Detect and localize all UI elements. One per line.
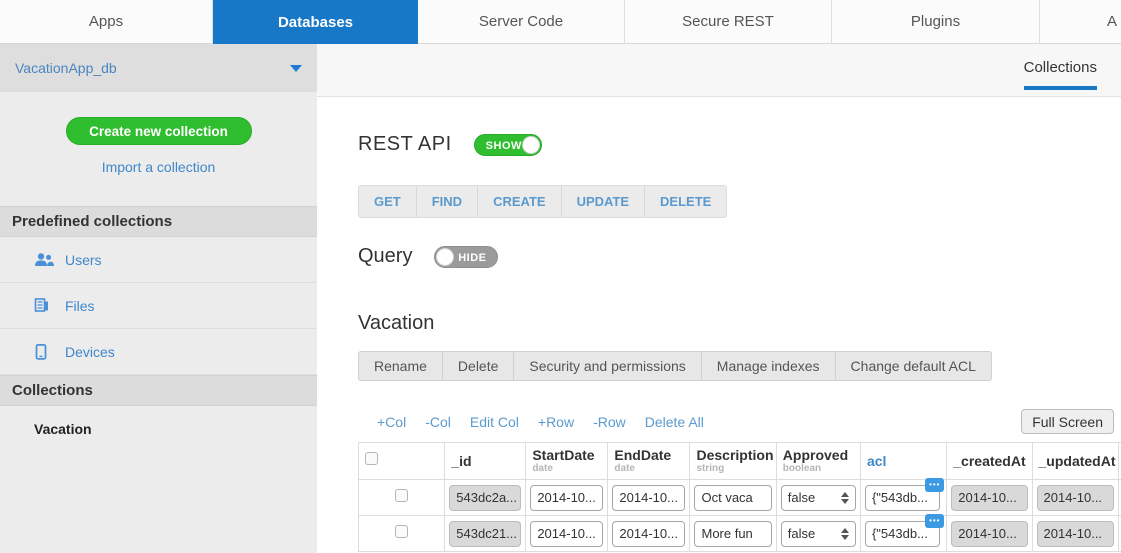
add-row-link[interactable]: +Row: [538, 414, 574, 430]
column-header: _updatedAt: [1038, 452, 1116, 469]
end-date-cell[interactable]: 2014-10...: [612, 484, 686, 511]
column-header: _id: [451, 452, 472, 469]
main-top-band: Collections: [317, 44, 1121, 97]
table-row: 543dc2a... 2014-10... 2014-10... Oct vac…: [357, 477, 1121, 516]
main-panel: Collections REST API SHOW GET FIND CREAT…: [317, 44, 1121, 553]
remove-row-link[interactable]: -Row: [593, 414, 626, 430]
main-content: REST API SHOW GET FIND CREATE UPDATE DEL…: [317, 133, 1121, 552]
predefined-collections-header: Predefined collections: [0, 206, 317, 237]
delete-button[interactable]: Delete: [441, 351, 515, 381]
row-checkbox[interactable]: [395, 524, 409, 538]
app-window: Apps Databases Server Code Secure REST P…: [0, 0, 1121, 553]
column-header: Approved: [782, 447, 849, 463]
column-header: EndDate: [614, 447, 672, 463]
sidebar-item-vacation[interactable]: Vacation: [0, 406, 317, 452]
start-date-cell[interactable]: 2014-10...: [530, 520, 604, 547]
select-arrows-icon: [840, 527, 849, 540]
edit-col-link[interactable]: Edit Col: [470, 414, 519, 430]
files-icon: [34, 297, 54, 314]
top-tab-bar: Apps Databases Server Code Secure REST P…: [0, 0, 1121, 44]
rest-api-toggle-label: SHOW: [485, 139, 522, 152]
tab-databases[interactable]: Databases: [213, 0, 418, 44]
method-find-button[interactable]: FIND: [417, 186, 479, 217]
rest-methods-bar: GET FIND CREATE UPDATE DELETE: [358, 185, 728, 218]
delete-all-link[interactable]: Delete All: [645, 414, 704, 430]
updated-at-cell: 2014-10...: [1036, 520, 1114, 547]
sidebar-item-users[interactable]: Users: [0, 237, 317, 283]
column-type: string: [696, 463, 725, 474]
tab-secure-rest[interactable]: Secure REST: [625, 0, 832, 44]
chevron-down-icon: [290, 64, 302, 72]
start-date-cell[interactable]: 2014-10...: [530, 484, 604, 511]
collection-actions-bar: Rename Delete Security and permissions M…: [358, 351, 992, 381]
toggle-knob-icon: [436, 247, 455, 266]
method-create-button[interactable]: CREATE: [478, 186, 562, 217]
column-header: _createdAt: [953, 452, 1026, 469]
security-permissions-button[interactable]: Security and permissions: [513, 351, 702, 381]
sidebar-item-label: Users: [65, 251, 102, 268]
sidebar-item-files[interactable]: Files: [0, 283, 317, 329]
column-header: Description: [696, 447, 774, 463]
users-icon: [34, 252, 54, 268]
tab-apps[interactable]: Apps: [0, 0, 213, 44]
created-at-cell: 2014-10...: [951, 520, 1028, 547]
description-cell[interactable]: More fun: [694, 520, 772, 547]
collections-subtab[interactable]: Collections: [1023, 59, 1097, 90]
rename-button[interactable]: Rename: [358, 351, 443, 381]
id-cell: 543dc21...: [449, 520, 522, 547]
method-delete-button[interactable]: DELETE: [645, 186, 726, 217]
remove-col-link[interactable]: -Col: [425, 414, 451, 430]
created-at-cell: 2014-10...: [951, 484, 1028, 511]
id-cell: 543dc2a...: [449, 484, 522, 511]
ellipsis-badge-icon[interactable]: [925, 513, 945, 528]
tab-plugins[interactable]: Plugins: [832, 0, 1040, 44]
grid-header-row: _id StartDate date EndDate date Descript…: [357, 442, 1121, 480]
create-new-collection-button[interactable]: Create new collection: [65, 117, 252, 145]
manage-indexes-button[interactable]: Manage indexes: [700, 351, 836, 381]
method-get-button[interactable]: GET: [359, 186, 417, 217]
data-grid: _id StartDate date EndDate date Descript…: [357, 442, 1121, 552]
query-title: Query: [358, 245, 413, 267]
ellipsis-badge-icon[interactable]: [925, 477, 945, 492]
select-all-checkbox[interactable]: [365, 452, 378, 465]
method-update-button[interactable]: UPDATE: [562, 186, 646, 217]
description-cell[interactable]: Oct vaca: [694, 484, 772, 511]
collections-header: Collections: [0, 375, 317, 406]
rest-api-toggle[interactable]: SHOW: [473, 133, 542, 156]
updated-at-cell: 2014-10...: [1036, 484, 1114, 511]
query-toggle[interactable]: HIDE: [434, 245, 499, 268]
toggle-knob-icon: [521, 135, 540, 154]
column-header-acl[interactable]: acl: [867, 453, 940, 469]
full-screen-button[interactable]: Full Screen: [1021, 409, 1114, 434]
column-type: date: [532, 463, 553, 474]
sidebar: VacationApp_db Create new collection Imp…: [0, 44, 317, 553]
approved-select[interactable]: false: [780, 520, 856, 547]
row-checkbox[interactable]: [395, 488, 409, 502]
devices-icon: [34, 343, 54, 360]
database-selector-label: VacationApp_db: [15, 60, 117, 76]
tab-partial[interactable]: A: [1040, 0, 1121, 44]
end-date-cell[interactable]: 2014-10...: [612, 520, 686, 547]
approved-select[interactable]: false: [780, 484, 856, 511]
sidebar-item-label: Files: [65, 297, 95, 314]
collection-title: Vacation: [358, 312, 435, 334]
table-row: 543dc21... 2014-10... 2014-10... More fu…: [357, 513, 1121, 552]
rest-api-title: REST API: [358, 133, 452, 155]
column-header: StartDate: [532, 447, 595, 463]
select-arrows-icon: [840, 491, 849, 504]
change-default-acl-button[interactable]: Change default ACL: [834, 351, 992, 381]
column-type: date: [614, 463, 635, 474]
add-col-link[interactable]: +Col: [377, 414, 406, 430]
tab-server-code[interactable]: Server Code: [418, 0, 625, 44]
database-selector[interactable]: VacationApp_db: [0, 44, 317, 92]
sidebar-item-label: Devices: [65, 343, 115, 360]
query-toggle-label: HIDE: [458, 251, 487, 264]
import-collection-link[interactable]: Import a collection: [0, 159, 317, 175]
column-type: boolean: [782, 463, 822, 474]
approved-value: false: [787, 490, 816, 505]
grid-controls-row: +Col -Col Edit Col +Row -Row Delete All …: [358, 409, 1121, 434]
approved-value: false: [787, 526, 816, 541]
sidebar-item-devices[interactable]: Devices: [0, 329, 317, 375]
